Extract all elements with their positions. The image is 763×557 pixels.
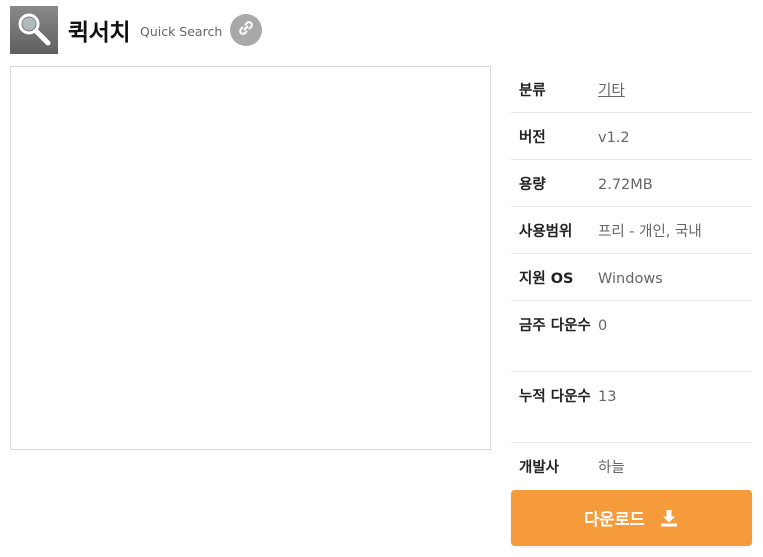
info-table: 분류 기타 버전 v1.2 용량 2.72MB 사용범위 프리 - 개인, 국내… [511,66,752,490]
info-label: 지원 OS [519,271,574,287]
info-value: v1.2 [598,130,630,146]
info-label: 분류 [519,83,546,99]
info-label: 버전 [519,130,546,146]
info-label: 용량 [519,177,546,193]
info-row-total-downloads: 누적 다운수 13 [511,372,752,443]
info-row-os: 지원 OS Windows [511,254,752,301]
link-icon [237,19,255,41]
link-button[interactable] [230,14,263,46]
info-label: 개발사 [519,460,560,476]
info-row-license: 사용범위 프리 - 개인, 국내 [511,207,752,254]
info-value: 프리 - 개인, 국내 [598,224,702,240]
magnifier-icon [10,6,58,54]
info-row-category: 분류 기타 [511,66,752,113]
screenshot-preview [10,66,491,450]
info-value: 0 [598,318,608,334]
info-value: 하늘 [598,460,625,476]
app-subtitle: Quick Search [139,23,223,39]
download-label: 다운로드 [584,510,645,529]
info-value: Windows [598,271,663,287]
info-row-size: 용량 2.72MB [511,160,752,207]
info-value: 13 [598,389,617,405]
info-label: 사용범위 [519,224,573,240]
info-row-version: 버전 v1.2 [511,113,752,160]
info-label: 누적 다운수 [519,389,591,405]
info-label: 금주 다운수 [519,318,591,334]
header: 퀵서치 Quick Search [10,6,263,54]
info-value: 2.72MB [598,177,653,193]
category-link[interactable]: 기타 [598,79,752,103]
info-row-developer: 개발사 하늘 [511,443,752,490]
download-icon [659,508,679,528]
info-row-weekly-downloads: 금주 다운수 0 [511,301,752,372]
download-button[interactable]: 다운로드 [511,490,752,546]
app-title: 퀵서치 [68,20,130,46]
